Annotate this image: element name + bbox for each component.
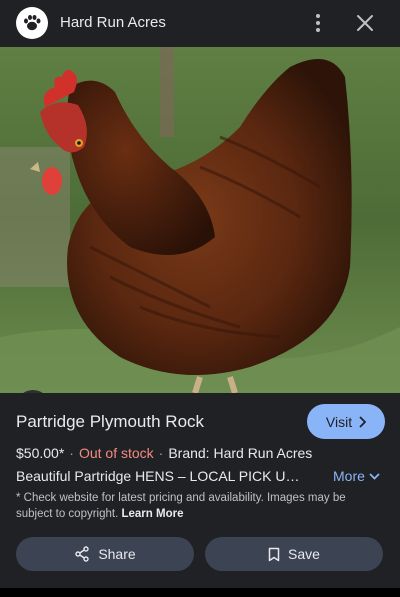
chevron-right-icon	[359, 415, 367, 428]
more-label: More	[333, 468, 365, 484]
site-name[interactable]: Hard Run Acres	[60, 14, 166, 31]
bottom-strip	[0, 588, 400, 597]
top-bar: Hard Run Acres	[0, 0, 400, 46]
close-icon[interactable]	[353, 11, 377, 35]
chevron-down-icon	[369, 472, 380, 480]
price: $50.00*	[16, 445, 65, 461]
separator-dot: ·	[69, 445, 74, 461]
product-title[interactable]: Partridge Plymouth Rock	[16, 412, 204, 432]
more-button[interactable]: More	[333, 468, 380, 484]
product-image[interactable]	[0, 47, 400, 393]
more-vert-icon[interactable]	[306, 11, 330, 35]
paw-icon[interactable]	[16, 7, 48, 39]
share-button[interactable]: Share	[16, 537, 194, 571]
product-description: Beautiful Partridge HENS – LOCAL PICK UP…	[16, 468, 306, 484]
save-button[interactable]: Save	[205, 537, 383, 571]
visit-label: Visit	[325, 413, 353, 430]
product-meta: $50.00* · Out of stock · Brand: Hard Run Acr…	[16, 445, 312, 461]
disclaimer: * Check website for latest pricing and a…	[16, 490, 376, 522]
learn-more-link[interactable]: Learn More	[121, 508, 183, 520]
save-label: Save	[288, 546, 320, 562]
stock-status: Out of stock	[78, 445, 154, 461]
bookmark-icon	[268, 547, 280, 561]
share-icon	[75, 546, 90, 562]
brand: Brand: Hard Run Acres	[168, 445, 313, 461]
separator-dot: ·	[158, 445, 164, 461]
share-label: Share	[98, 546, 136, 562]
visit-button[interactable]: Visit	[307, 404, 385, 439]
